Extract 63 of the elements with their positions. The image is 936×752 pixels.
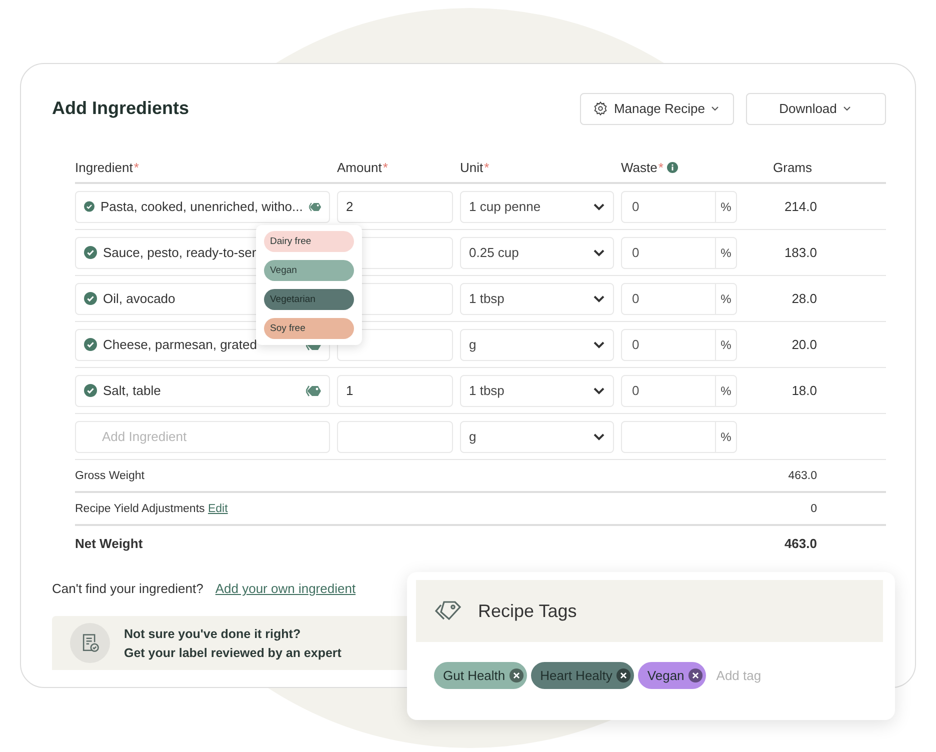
unit-select[interactable]: 0.25 cup — [460, 236, 614, 268]
total-label: Recipe Yield Adjustments Edit — [75, 502, 228, 514]
column-header: Ingredient* — [75, 160, 140, 174]
chevron-down-icon — [593, 202, 605, 210]
chevron-down-icon — [593, 340, 605, 348]
total-label: Net Weight — [75, 536, 143, 551]
tag-icon[interactable] — [306, 384, 321, 396]
column-header: Amount* — [337, 160, 389, 174]
tag-option[interactable]: Vegan — [264, 260, 354, 281]
grams-value: 183.0 — [783, 245, 818, 260]
add-own-ingredient-link[interactable]: Add your own ingredient — [215, 581, 356, 596]
waste-field[interactable]: 0 % — [621, 236, 737, 268]
close-icon[interactable] — [688, 668, 704, 683]
tag-icon — [434, 599, 462, 623]
banner-text: Not sure you've done it right? — [124, 626, 302, 640]
column-header: Waste* — [621, 160, 737, 174]
column-header: Unit* — [460, 160, 490, 174]
total-label: Gross Weight — [75, 470, 144, 482]
grams-value: 18.0 — [790, 383, 818, 398]
close-icon[interactable] — [616, 668, 632, 683]
manage-recipe-button[interactable]: Manage Recipe — [580, 92, 734, 124]
amount-field[interactable]: 1 — [337, 374, 453, 406]
unit-select[interactable]: g — [460, 328, 614, 360]
chevron-down-icon — [593, 432, 605, 440]
grams-value: 214.0 — [783, 199, 818, 214]
waste-field[interactable]: 0 % — [621, 328, 737, 360]
waste-field[interactable]: 0 % — [621, 374, 737, 406]
recipe-tags-title: Recipe Tags — [478, 600, 577, 622]
close-icon[interactable] — [509, 668, 524, 683]
chevron-down-icon — [593, 386, 605, 394]
unit-select[interactable]: 1 tbsp — [460, 282, 614, 314]
info-icon[interactable] — [667, 162, 678, 172]
tag-chip[interactable]: Gut Health — [434, 662, 528, 689]
banner-text: Get your label reviewed by an expert — [124, 646, 342, 660]
waste-field[interactable]: 0 % — [621, 190, 737, 222]
ingredient-field[interactable]: Pasta, cooked, unenriched, witho... — [75, 190, 330, 222]
footer-prompt: Can't find your ingredient? — [52, 581, 204, 596]
chevron-down-icon — [593, 294, 605, 302]
total-value: 463.0 — [788, 470, 817, 482]
tag-icon[interactable] — [308, 200, 321, 212]
chevron-down-icon — [593, 248, 605, 256]
settings-icon — [592, 101, 608, 116]
tag-chip[interactable]: Vegan — [638, 662, 706, 689]
ingredient-field[interactable]: Salt, table — [75, 374, 330, 406]
unit-select[interactable]: 1 cup penne — [460, 190, 614, 222]
total-value: 0 — [810, 502, 817, 514]
total-value: 463.0 — [784, 536, 817, 551]
grams-value: 20.0 — [790, 337, 818, 352]
document-check-icon — [70, 623, 110, 663]
tag-option[interactable]: Dairy free — [264, 231, 354, 252]
page-title: Add Ingredients — [52, 98, 190, 119]
amount-field[interactable]: 2 — [337, 190, 453, 222]
unit-select[interactable]: g — [460, 420, 614, 452]
grams-value: 28.0 — [790, 291, 818, 306]
download-button[interactable]: Download — [746, 92, 886, 124]
waste-field[interactable]: 0 % — [621, 282, 737, 314]
edit-link[interactable]: Edit — [208, 502, 228, 514]
waste-field[interactable]: % — [621, 420, 737, 452]
tag-option[interactable]: Soy free — [264, 318, 354, 339]
column-header: Grams — [772, 160, 813, 174]
unit-select[interactable]: 1 tbsp — [460, 374, 614, 406]
caret-icon — [711, 106, 719, 111]
caret-icon — [842, 106, 851, 111]
